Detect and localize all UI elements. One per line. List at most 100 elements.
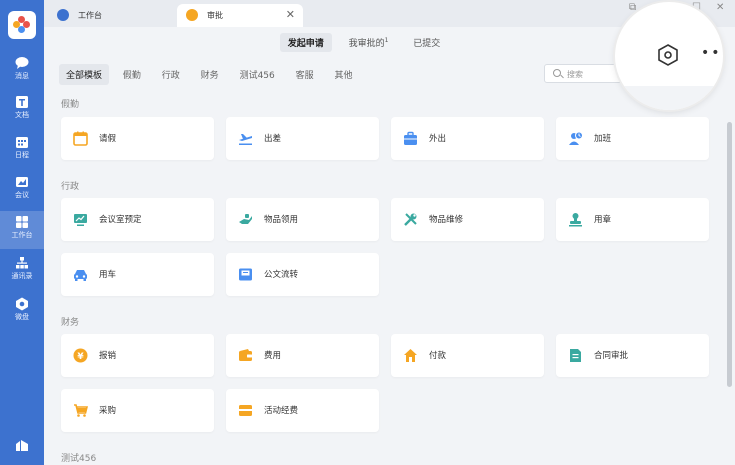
sidebar-item-meetings[interactable]: 会议 (0, 171, 44, 209)
template-card-out[interactable]: 外出 (391, 117, 544, 160)
card-label: 采购 (99, 406, 117, 416)
sidebar-item-label: 通讯录 (11, 272, 33, 280)
section-title: 财务 (61, 318, 80, 328)
app-logo (8, 11, 36, 39)
template-card-item-repair[interactable]: 物品维修 (391, 198, 544, 241)
sidebar-item-docs[interactable]: 文档 (0, 91, 44, 129)
template-card-car[interactable]: 用车 (61, 253, 214, 296)
overtime-icon (568, 131, 583, 146)
pin-icon[interactable]: ⧉ (629, 2, 636, 13)
template-card-activity-fund[interactable]: 活动经费 (226, 389, 379, 432)
sidebar-item-label: 日程 (15, 151, 29, 159)
plane-icon (238, 131, 253, 146)
card-label: 费用 (264, 351, 282, 361)
org-icon (15, 256, 29, 270)
svg-text:¥: ¥ (77, 352, 84, 362)
template-card-reimburse[interactable]: ¥ 报销 (61, 334, 214, 377)
section-title: 行政 (61, 182, 80, 192)
card-label: 报销 (99, 351, 117, 361)
template-card-purchase[interactable]: 采购 (61, 389, 214, 432)
workbench-icon (57, 9, 69, 21)
filter-all[interactable]: 全部模板 (59, 64, 110, 85)
template-card-seal[interactable]: 用章 (556, 198, 709, 241)
settings-icon[interactable] (655, 42, 681, 68)
screen-icon (73, 212, 88, 227)
search-placeholder: 搜索 (567, 70, 583, 79)
template-card-trip[interactable]: 出差 (226, 117, 379, 160)
close-icon[interactable]: ✕ (286, 8, 295, 21)
hand-icon (238, 212, 253, 227)
tab-workbench[interactable]: 工作台 (48, 4, 173, 27)
filter-attendance[interactable]: 假勤 (116, 64, 148, 85)
scrollbar[interactable] (727, 122, 732, 387)
card-label: 加班 (594, 134, 612, 144)
count-badge: 1 (384, 37, 389, 44)
template-card-payment[interactable]: 付款 (391, 334, 544, 377)
cart-icon (73, 403, 88, 418)
magnifier-band (615, 86, 723, 110)
template-card-leave[interactable]: 请假 (61, 117, 214, 160)
app-store-icon[interactable] (15, 438, 29, 452)
card-label: 用车 (99, 270, 117, 280)
chat-icon (15, 56, 29, 70)
filter-test456[interactable]: 测试456 (233, 64, 282, 85)
sidebar-item-label: 消息 (15, 72, 29, 80)
card-label: 用章 (594, 215, 612, 225)
tab-approval[interactable]: 审批 ✕ (177, 4, 303, 27)
window-close-icon[interactable]: ✕ (716, 2, 724, 13)
tab-label: 工作台 (78, 11, 102, 20)
tools-icon (403, 212, 418, 227)
card-label: 会议室预定 (99, 215, 142, 225)
tab-initiate-label: 发起申请 (287, 39, 324, 49)
approval-tabs: 发起申请 我审批的1 已提交 (44, 33, 684, 52)
stamp-icon (568, 212, 583, 227)
tab-submitted-label: 已提交 (413, 39, 441, 49)
search-icon (553, 69, 561, 77)
filter-finance[interactable]: 财务 (194, 64, 226, 85)
house-icon (403, 348, 418, 363)
sidebar-item-calendar[interactable]: 日程 (0, 131, 44, 169)
more-icon[interactable]: •• (701, 45, 722, 61)
sidebar-item-messages[interactable]: 消息 (0, 52, 44, 90)
sidebar-item-disk[interactable]: 微盘 (0, 293, 44, 331)
calendar-icon (73, 131, 88, 146)
sidebar-item-contacts[interactable]: 通讯录 (0, 252, 44, 290)
sidebar-item-label: 微盘 (15, 313, 29, 321)
card-label: 活动经费 (264, 406, 299, 416)
grid-icon (15, 215, 29, 229)
approval-icon (186, 9, 198, 21)
sidebar-item-workbench[interactable]: 工作台 (0, 211, 44, 249)
card-label: 公文流转 (264, 270, 299, 280)
sidebar-item-label: 会议 (15, 191, 29, 199)
template-card-contract[interactable]: 合同审批 (556, 334, 709, 377)
sidebar: 消息 文档 日程 会议 工作台 通讯录 微盘 (0, 0, 44, 465)
template-card-overtime[interactable]: 加班 (556, 117, 709, 160)
tab-initiate[interactable]: 发起申请 (279, 33, 332, 52)
doc-icon (15, 95, 29, 109)
filter-service[interactable]: 客服 (289, 64, 321, 85)
section-title: 测试456 (61, 454, 97, 464)
template-card-item-claim[interactable]: 物品领用 (226, 198, 379, 241)
tab-my-approvals-label: 我审批的 (348, 39, 385, 49)
contract-icon (568, 348, 583, 363)
template-card-doc-flow[interactable]: 公文流转 (226, 253, 379, 296)
template-card-meeting-room[interactable]: 会议室预定 (61, 198, 214, 241)
card-label: 合同审批 (594, 351, 629, 361)
card-label: 付款 (429, 351, 447, 361)
filter-other[interactable]: 其他 (328, 64, 360, 85)
card-label: 外出 (429, 134, 447, 144)
sidebar-item-label: 工作台 (11, 231, 33, 239)
tab-submitted[interactable]: 已提交 (405, 33, 448, 52)
section-title: 假勤 (61, 100, 80, 110)
magnifier-overlay: •• (615, 2, 723, 110)
disk-icon (15, 297, 29, 311)
filter-admin[interactable]: 行政 (155, 64, 187, 85)
template-filters: 全部模板 假勤 行政 财务 测试456 客服 其他 (59, 64, 364, 85)
tab-my-approvals[interactable]: 我审批的1 (341, 33, 397, 52)
card-label: 物品领用 (264, 215, 299, 225)
car-icon (73, 267, 88, 282)
card-label: 请假 (99, 134, 117, 144)
template-card-expense[interactable]: 费用 (226, 334, 379, 377)
calendar-icon (15, 135, 29, 149)
tab-label: 审批 (207, 11, 223, 20)
